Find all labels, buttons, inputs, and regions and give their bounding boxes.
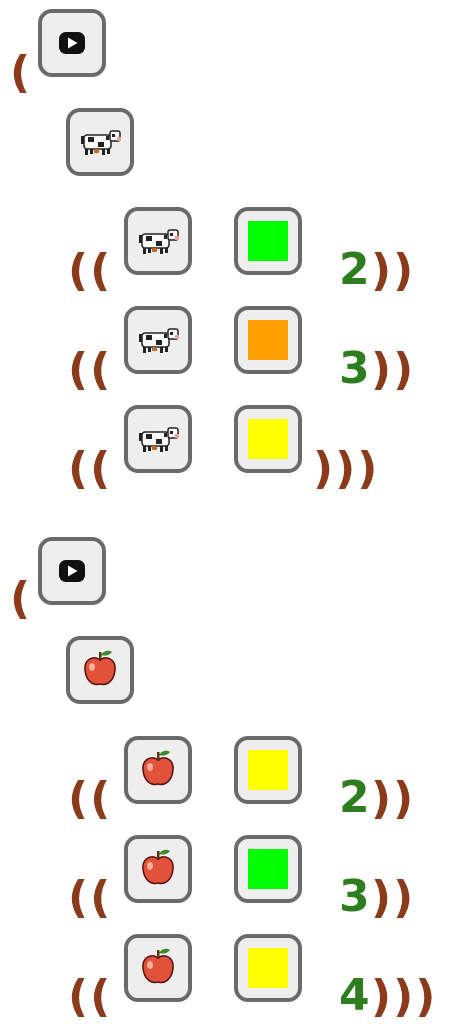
open-paren-pair: ((: [68, 773, 113, 824]
apple-block[interactable]: [124, 835, 192, 903]
play-icon: [42, 13, 102, 73]
close-paren-pair: )): [371, 344, 416, 395]
cow-icon: [128, 409, 188, 469]
cow-block[interactable]: [124, 207, 192, 275]
number-value: 3: [339, 343, 370, 394]
color-block[interactable]: [234, 405, 302, 473]
play-block[interactable]: [38, 537, 106, 605]
apple-block[interactable]: [124, 934, 192, 1002]
cow-icon: [128, 211, 188, 271]
apple-block[interactable]: [66, 636, 134, 704]
color-block[interactable]: [234, 835, 302, 903]
close-paren-pair: )): [371, 245, 416, 296]
play-block[interactable]: [38, 9, 106, 77]
color-block[interactable]: [234, 736, 302, 804]
apple-icon: [128, 938, 188, 998]
color-swatch-green: [248, 221, 288, 261]
open-paren-pair: ((: [68, 344, 113, 395]
color-block[interactable]: [234, 306, 302, 374]
number-value: 3: [339, 871, 370, 922]
cow-block[interactable]: [66, 108, 134, 176]
color-swatch-yellow: [248, 419, 288, 459]
open-paren-pair: ((: [68, 443, 113, 494]
color-block[interactable]: [234, 934, 302, 1002]
apple-icon: [70, 640, 130, 700]
cow-block[interactable]: [124, 306, 192, 374]
number-value: 2: [339, 244, 370, 295]
cow-block[interactable]: [124, 405, 192, 473]
apple-icon: [128, 740, 188, 800]
number-value: 4: [339, 970, 370, 1021]
open-paren: (: [10, 573, 33, 624]
number-value: 2: [339, 772, 370, 823]
color-swatch-orange: [248, 320, 288, 360]
close-paren-pair: )): [371, 872, 416, 923]
color-swatch-yellow: [248, 750, 288, 790]
close-paren-pair: )): [371, 773, 416, 824]
color-block[interactable]: [234, 207, 302, 275]
open-paren-pair: ((: [68, 245, 113, 296]
color-swatch-yellow: [248, 948, 288, 988]
color-swatch-green: [248, 849, 288, 889]
open-paren-pair: ((: [68, 872, 113, 923]
open-paren: (: [10, 47, 33, 98]
cow-icon: [128, 310, 188, 370]
close-paren-triple: ))): [313, 443, 380, 494]
play-icon: [42, 541, 102, 601]
close-paren-triple: ))): [371, 971, 438, 1022]
apple-block[interactable]: [124, 736, 192, 804]
open-paren-pair: ((: [68, 971, 113, 1022]
apple-icon: [128, 839, 188, 899]
cow-icon: [70, 112, 130, 172]
